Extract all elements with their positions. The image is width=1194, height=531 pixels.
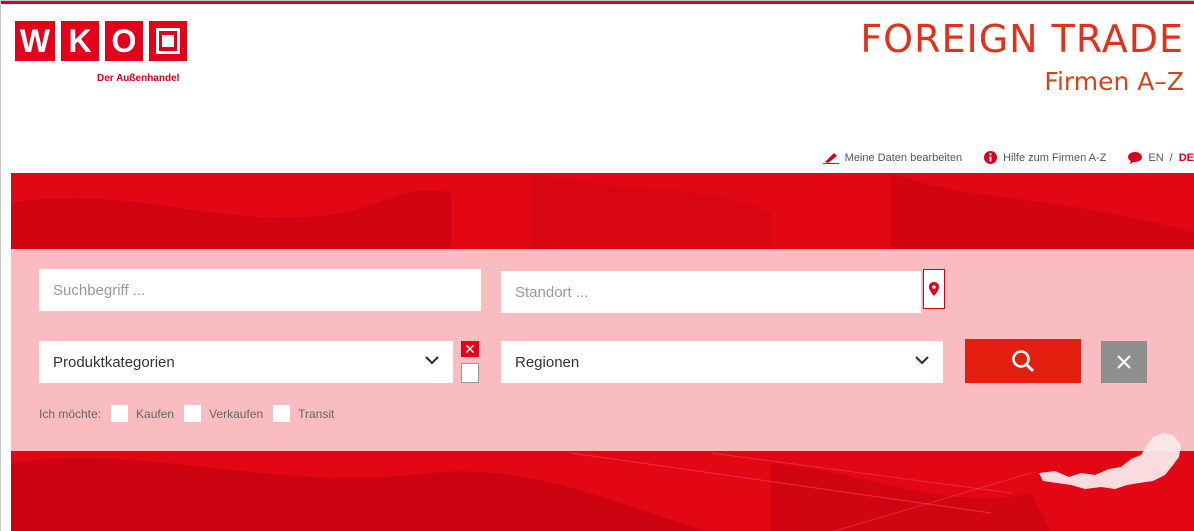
category-checkbox[interactable] — [461, 363, 479, 383]
page-subtitle: Firmen A–Z — [1044, 67, 1184, 96]
close-icon — [1117, 355, 1131, 369]
lang-de[interactable]: DE — [1179, 152, 1194, 164]
logo-letter-k: K — [61, 21, 99, 61]
top-rule — [1, 1, 1194, 4]
pencil-icon — [822, 152, 839, 164]
buy-label: Kaufen — [136, 406, 175, 421]
sell-checkbox[interactable] — [184, 405, 202, 422]
logo-letters: W K O — [15, 21, 197, 61]
region-value: Regionen — [515, 353, 580, 371]
top-links: Meine Daten bearbeiten Hilfe zum Firmen … — [801, 151, 1194, 164]
search-button[interactable] — [965, 339, 1081, 383]
product-category-select[interactable]: Produktkategorien — [39, 341, 453, 383]
austria-map-icon — [1039, 433, 1181, 489]
reset-button[interactable] — [1101, 341, 1147, 383]
option-transit[interactable]: Transit — [273, 405, 334, 422]
map-pin-icon — [929, 282, 939, 296]
transit-checkbox[interactable] — [273, 405, 291, 422]
chevron-down-icon — [915, 356, 929, 365]
category-clear-button[interactable]: ✕ — [461, 341, 479, 357]
intent-options: Ich möchte: Kaufen Verkaufen Transit — [39, 405, 334, 422]
location-input[interactable]: Standort ... — [501, 271, 921, 313]
product-category-value: Produktkategorien — [53, 353, 175, 371]
logo-letter-w: W — [15, 21, 55, 61]
magnifier-icon — [1012, 350, 1035, 373]
language-switch[interactable]: EN / DE — [1128, 151, 1194, 164]
info-icon — [984, 151, 998, 164]
location-button[interactable] — [923, 269, 945, 309]
intent-label: Ich möchte: — [39, 406, 102, 421]
wko-logo[interactable]: W K O Der Außenhandel — [15, 21, 197, 91]
lang-separator: / — [1169, 151, 1173, 164]
option-sell[interactable]: Verkaufen — [184, 405, 263, 422]
page-title: FOREIGN TRADE — [860, 17, 1184, 61]
region-select[interactable]: Regionen — [501, 341, 943, 383]
help-label: Hilfe zum Firmen A-Z — [1003, 151, 1107, 164]
sell-label: Verkaufen — [209, 406, 264, 421]
chevron-down-icon — [425, 356, 439, 365]
help-link[interactable]: Hilfe zum Firmen A-Z — [984, 151, 1106, 164]
buy-checkbox[interactable] — [111, 405, 129, 422]
edit-data-label: Meine Daten bearbeiten — [844, 151, 963, 164]
logo-tagline: Der Außenhandel — [97, 73, 180, 84]
page-frame: W K O Der Außenhandel FOREIGN TRADE Firm… — [0, 0, 1194, 531]
option-buy[interactable]: Kaufen — [111, 405, 174, 422]
transit-label: Transit — [298, 406, 335, 421]
lang-en[interactable]: EN — [1148, 152, 1163, 164]
speech-bubble-icon — [1128, 151, 1143, 164]
logo-letter-o: O — [105, 21, 143, 61]
search-term-input[interactable]: Suchbegriff ... — [39, 269, 481, 311]
edit-data-link[interactable]: Meine Daten bearbeiten — [822, 151, 963, 164]
plug-icon — [149, 21, 187, 61]
